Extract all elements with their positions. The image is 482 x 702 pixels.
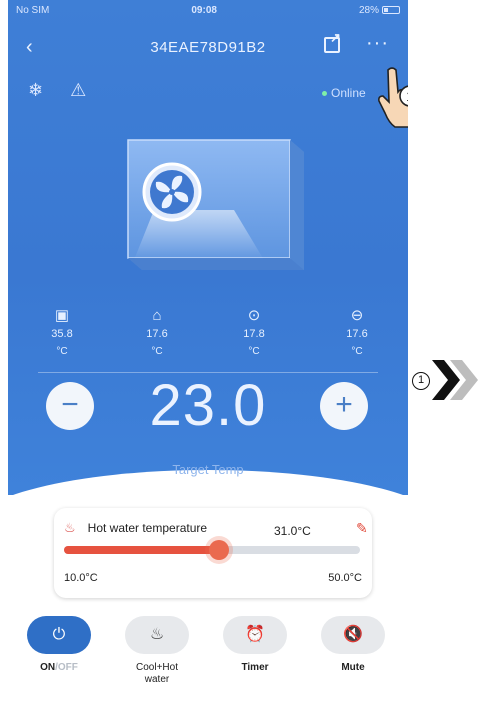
next-step-arrow: 1 [412, 350, 482, 410]
hot-water-slider[interactable] [64, 540, 360, 560]
sensor-outdoor: ▣ 35.8 °C [32, 306, 92, 357]
battery-text: 28% [358, 4, 379, 16]
mute-control[interactable]: 🔇 Mute [308, 616, 398, 674]
sensor-readings: ▣ 35.8 °C ⌂ 17.6 °C ⊙ 17.8 °C ⊖ 17.6 °C [8, 306, 408, 376]
sensor-value: 35.8 [51, 328, 73, 340]
battery-indicator: 28% [359, 5, 400, 16]
sensor-unit: °C [351, 346, 363, 357]
mute-label: Mute [341, 662, 365, 673]
step-badge-number: 1 [406, 88, 408, 104]
sensor-value: 17.6 [346, 328, 368, 340]
sensor-unit: °C [151, 346, 163, 357]
status-bar: No SIM 09:08 28% [16, 2, 400, 18]
heat-cool-mode-icon: ❄ [28, 80, 44, 100]
more-dots-icon[interactable]: ··· [366, 32, 389, 55]
cool-hot-water-icon[interactable]: ♨ [125, 616, 189, 654]
hot-water-label: ♨ Hot water temperature [64, 520, 207, 536]
carrier-text: No SIM [16, 4, 50, 16]
heat-pump-unit-illustration [127, 139, 304, 270]
power-control[interactable]: ⏻ ON/OFF [14, 616, 104, 674]
online-dot-icon [322, 91, 327, 97]
double-chevron-icon [432, 360, 478, 400]
slider-min-label: 10.0°C [64, 572, 98, 584]
mode-label-line2: water [144, 674, 170, 685]
mode-indicators: ❄ ⚠ [28, 80, 108, 101]
edit-pencil-icon[interactable]: ✎ [356, 520, 368, 537]
sensor-inlet: ⊙ 17.8 °C [224, 306, 284, 357]
sensor-unit: °C [248, 346, 260, 357]
room-temp-icon: ⌂ [152, 307, 162, 324]
phone-screen: No SIM 09:08 28% ‹ 34EAE78D91B2 ··· ❄ ⚠ … [8, 0, 408, 702]
share-icon[interactable] [324, 30, 341, 53]
hot-water-value: 31.0°C [274, 524, 311, 538]
mode-label-line1: Cool+Hot [136, 662, 178, 673]
increase-temp-button[interactable]: + [320, 382, 368, 430]
power-icon[interactable]: ⏻ [27, 616, 91, 654]
online-status: Online [322, 86, 366, 100]
slider-max-label: 50.0°C [328, 572, 362, 584]
alarm-clock-icon[interactable]: ⏰ [223, 616, 287, 654]
sensor-outlet: ⊖ 17.6 °C [327, 306, 387, 357]
online-text: Online [331, 86, 366, 100]
device-title: 34EAE78D91B2 [150, 39, 266, 56]
warning-icon[interactable]: ⚠ [70, 80, 86, 100]
slider-knob[interactable] [209, 540, 229, 560]
speaker-mute-icon[interactable]: 🔇 [321, 616, 385, 654]
control-bar: ⏻ ON/OFF ♨ Cool+Hot water ⏰ Timer 🔇 Mute [8, 616, 408, 696]
hot-water-card: ♨ Hot water temperature 31.0°C ✎ 10.0°C 5… [54, 508, 372, 598]
power-label: ON/OFF [14, 662, 104, 674]
timer-label: Timer [241, 662, 269, 673]
target-temp-label: Target Temp [172, 462, 244, 477]
hot-water-label-text: Hot water temperature [87, 521, 208, 535]
sensor-value: 17.6 [146, 328, 168, 340]
clock-text: 09:08 [191, 4, 217, 16]
sensor-value: 17.8 [243, 328, 265, 340]
mode-control[interactable]: ♨ Cool+Hot water [112, 616, 202, 686]
sensor-unit: °C [56, 346, 68, 357]
pointing-hand-icon: 1 [378, 67, 408, 128]
slider-fill [64, 546, 219, 554]
outdoor-temp-icon: ▣ [54, 307, 70, 324]
outlet-temp-icon: ⊖ [350, 307, 364, 324]
mode-label: Cool+Hot water [112, 662, 202, 686]
power-on-text: ON [40, 662, 56, 673]
top-bar: ‹ 34EAE78D91B2 ··· [8, 30, 408, 62]
power-off-text: OFF [57, 662, 78, 673]
inlet-temp-icon: ⊙ [247, 307, 261, 324]
battery-icon [382, 5, 400, 14]
timer-control[interactable]: ⏰ Timer [210, 616, 300, 674]
hot-water-icon: ♨ [64, 520, 76, 535]
sensor-room: ⌂ 17.6 °C [127, 306, 187, 357]
